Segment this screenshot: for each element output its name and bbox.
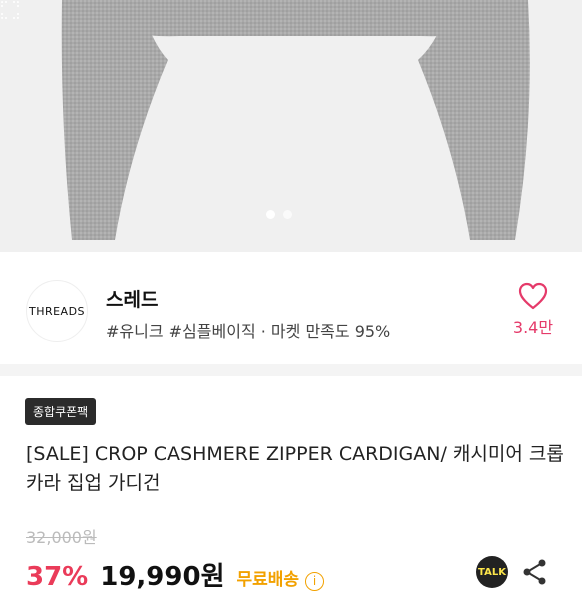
product-image-gallery[interactable]	[0, 0, 582, 252]
talk-label: TALK	[478, 566, 506, 578]
original-price: 32,000원	[26, 528, 97, 547]
kakao-talk-icon[interactable]: TALK	[476, 556, 508, 588]
discount-rate: 37%	[26, 562, 89, 592]
like-button[interactable]: 3.4만	[508, 282, 558, 338]
shop-name[interactable]: 스레드	[106, 285, 158, 312]
carousel-indicator	[266, 210, 292, 219]
section-divider	[0, 364, 582, 376]
shop-logo-text: THREADS	[28, 304, 86, 318]
shop-logo[interactable]: THREADS	[26, 280, 88, 342]
product-title: [SALE] CROP CASHMERE ZIPPER CARDIGAN/ 캐시…	[26, 443, 564, 494]
free-shipping-label: 무료배송	[236, 570, 300, 590]
sale-price: 19,990원	[100, 562, 225, 592]
price-row: 37% 19,990원 무료배송 i	[26, 556, 325, 593]
carousel-dot[interactable]	[283, 210, 292, 219]
carousel-dot-active[interactable]	[266, 210, 275, 219]
expand-icon[interactable]	[0, 0, 20, 20]
coupon-badge: 종합쿠폰팩	[25, 398, 97, 425]
like-count: 3.4만	[512, 318, 554, 337]
shop-tags: #유니크 #심플베이직 · 마켓 만족도 95%	[106, 322, 391, 341]
shop-info: THREADS 스레드 #유니크 #심플베이직 · 마켓 만족도 95% 3.4…	[0, 252, 582, 364]
heart-icon	[518, 282, 548, 310]
